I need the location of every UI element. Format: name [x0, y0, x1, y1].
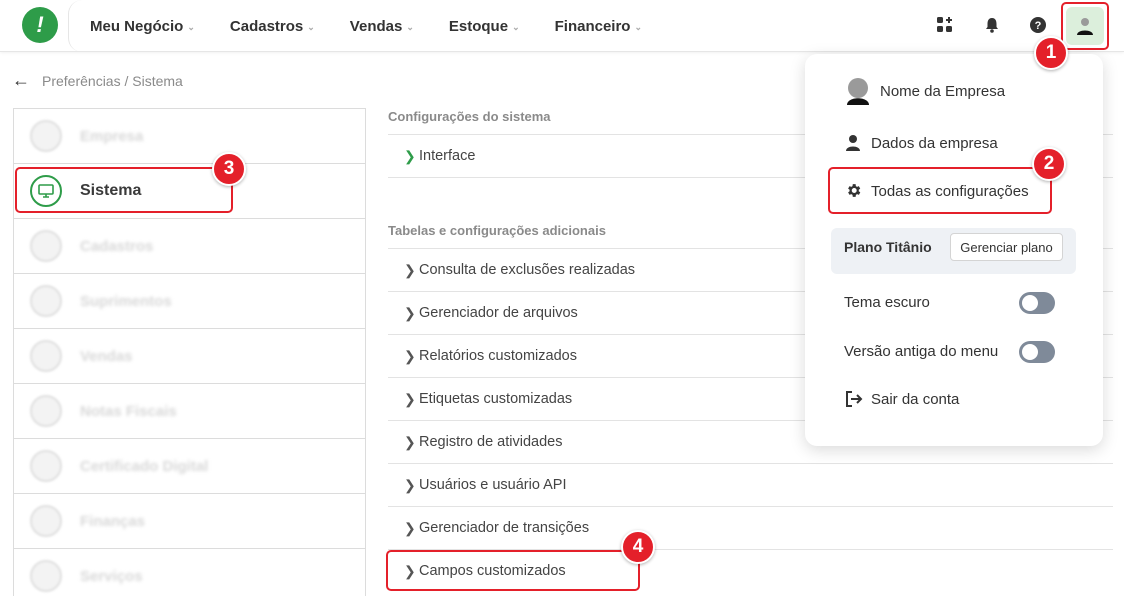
- invoice-icon: [30, 395, 62, 427]
- manage-plan-button[interactable]: Gerenciar plano: [950, 233, 1063, 261]
- company-avatar-icon: [847, 78, 869, 105]
- logout-icon: [846, 391, 863, 407]
- main-nav: Meu Negócio ⌄ Cadastros ⌄ Vendas ⌄ Estoque ⌄…: [90, 0, 677, 52]
- nav-item-meu-negocio[interactable]: Meu Negócio ⌄: [90, 18, 195, 35]
- settings-row-campos-customizados[interactable]: ❯ Campos customizados: [388, 549, 1113, 592]
- nav-item-vendas[interactable]: Vendas ⌄: [350, 18, 414, 35]
- finance-icon: [30, 505, 62, 537]
- svg-text:?: ?: [1035, 20, 1042, 32]
- user-menu-dropdown: Nome da Empresa Dados da empresa Todas a…: [805, 54, 1103, 446]
- plan-box: Plano Titânio Gerenciar plano: [831, 228, 1076, 274]
- sidebar-item-servicos[interactable]: Serviços: [14, 549, 365, 596]
- sidebar-item-financas[interactable]: Finanças: [14, 494, 365, 549]
- old-menu-toggle[interactable]: [1019, 341, 1055, 363]
- section-title-system-config: Configurações do sistema: [388, 109, 551, 124]
- callout-badge-1: 1: [1034, 36, 1068, 70]
- company-icon: [30, 120, 62, 152]
- all-settings-item[interactable]: Todas as configurações: [805, 180, 1103, 202]
- person-icon: [846, 135, 860, 151]
- callout-badge-3: 3: [212, 152, 246, 186]
- settings-row-usuarios-api[interactable]: ❯ Usuários e usuário API: [388, 463, 1113, 506]
- chevron-right-icon: ❯: [404, 261, 416, 278]
- help-icon[interactable]: ?: [1027, 14, 1049, 36]
- sidebar-item-certificado-digital[interactable]: Certificado Digital: [14, 439, 365, 494]
- sidebar-item-cadastros[interactable]: Cadastros: [14, 219, 365, 274]
- chevron-down-icon: ⌄: [634, 21, 643, 32]
- chevron-down-icon: ⌄: [307, 21, 315, 32]
- chevron-down-icon: ⌄: [406, 21, 414, 32]
- user-icon: [1077, 18, 1093, 35]
- callout-badge-2: 2: [1032, 147, 1066, 181]
- chevron-right-icon: ❯: [404, 519, 416, 536]
- registry-icon: [30, 230, 62, 262]
- sidebar-item-empresa[interactable]: Empresa: [14, 109, 365, 164]
- sidebar-item-vendas[interactable]: Vendas: [14, 329, 365, 384]
- old-menu-row: Versão antiga do menu: [844, 343, 999, 360]
- chevron-right-icon: ❯: [404, 390, 416, 407]
- supplies-icon: [30, 285, 62, 317]
- breadcrumb[interactable]: Preferências / Sistema: [42, 73, 183, 89]
- chevron-right-icon: ❯: [404, 562, 416, 579]
- sales-icon: [30, 340, 62, 372]
- logout-item[interactable]: Sair da conta: [805, 388, 1103, 410]
- chevron-right-icon: ❯: [404, 433, 416, 450]
- gear-icon: [848, 184, 861, 197]
- chevron-right-icon: ❯: [404, 147, 416, 164]
- settings-row-gerenciador-transicoes[interactable]: ❯ Gerenciador de transições: [388, 506, 1113, 549]
- user-avatar-button[interactable]: [1066, 7, 1104, 45]
- chevron-down-icon: ⌄: [187, 21, 195, 32]
- apps-icon[interactable]: [934, 14, 956, 36]
- nav-item-financeiro[interactable]: Financeiro ⌄: [555, 18, 642, 35]
- sidebar-item-sistema[interactable]: Sistema: [14, 164, 365, 219]
- chevron-right-icon: ❯: [404, 304, 416, 321]
- section-title-additional-tables: Tabelas e configurações adicionais: [388, 223, 606, 238]
- plan-name: Plano Titânio: [844, 239, 932, 255]
- nav-item-estoque[interactable]: Estoque ⌄: [449, 18, 520, 35]
- chevron-right-icon: ❯: [404, 347, 416, 364]
- back-arrow-icon[interactable]: ←: [12, 70, 30, 91]
- bell-icon[interactable]: [981, 14, 1003, 36]
- dark-theme-row: Tema escuro: [844, 294, 930, 311]
- logo-divider: [68, 0, 82, 52]
- settings-sidebar: Empresa Sistema Cadastros Suprimentos Ve…: [13, 108, 366, 596]
- services-icon: [30, 560, 62, 592]
- chevron-right-icon: ❯: [404, 476, 416, 493]
- dark-theme-toggle[interactable]: [1019, 292, 1055, 314]
- monitor-icon: [30, 175, 62, 207]
- callout-badge-4: 4: [621, 530, 655, 564]
- company-name-item[interactable]: Nome da Empresa: [805, 78, 1103, 106]
- certificate-icon: [30, 450, 62, 482]
- app-logo[interactable]: !: [22, 7, 58, 43]
- sidebar-item-notas-fiscais[interactable]: Notas Fiscais: [14, 384, 365, 439]
- sidebar-item-suprimentos[interactable]: Suprimentos: [14, 274, 365, 329]
- chevron-down-icon: ⌄: [512, 21, 520, 32]
- nav-item-cadastros[interactable]: Cadastros ⌄: [230, 18, 315, 35]
- top-bar: ! Meu Negócio ⌄ Cadastros ⌄ Vendas ⌄ Estoqu…: [0, 0, 1124, 52]
